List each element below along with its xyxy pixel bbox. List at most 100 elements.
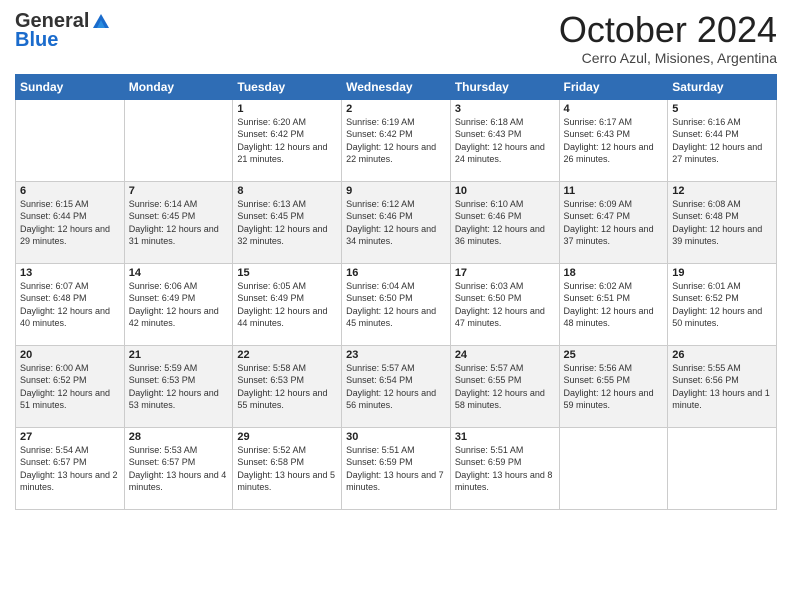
cell-content: Sunrise: 6:08 AM Sunset: 6:48 PM Dayligh… xyxy=(672,198,772,248)
day-number: 25 xyxy=(564,349,664,361)
calendar-cell: 8Sunrise: 6:13 AM Sunset: 6:45 PM Daylig… xyxy=(233,181,342,263)
calendar-cell xyxy=(668,427,777,509)
day-number: 11 xyxy=(564,185,664,197)
logo: General Blue xyxy=(15,10,111,52)
calendar-cell: 15Sunrise: 6:05 AM Sunset: 6:49 PM Dayli… xyxy=(233,263,342,345)
day-number: 26 xyxy=(672,349,772,361)
day-number: 1 xyxy=(237,103,337,115)
calendar-cell: 13Sunrise: 6:07 AM Sunset: 6:48 PM Dayli… xyxy=(16,263,125,345)
calendar-cell: 14Sunrise: 6:06 AM Sunset: 6:49 PM Dayli… xyxy=(124,263,233,345)
day-number: 23 xyxy=(346,349,446,361)
day-number: 27 xyxy=(20,431,120,443)
calendar-cell: 12Sunrise: 6:08 AM Sunset: 6:48 PM Dayli… xyxy=(668,181,777,263)
calendar-cell: 17Sunrise: 6:03 AM Sunset: 6:50 PM Dayli… xyxy=(450,263,559,345)
day-number: 5 xyxy=(672,103,772,115)
cell-content: Sunrise: 5:59 AM Sunset: 6:53 PM Dayligh… xyxy=(129,362,229,412)
calendar-week-3: 13Sunrise: 6:07 AM Sunset: 6:48 PM Dayli… xyxy=(16,263,777,345)
cell-content: Sunrise: 6:06 AM Sunset: 6:49 PM Dayligh… xyxy=(129,280,229,330)
cell-content: Sunrise: 6:05 AM Sunset: 6:49 PM Dayligh… xyxy=(237,280,337,330)
title-section: October 2024 Cerro Azul, Misiones, Argen… xyxy=(559,10,777,66)
calendar-cell: 28Sunrise: 5:53 AM Sunset: 6:57 PM Dayli… xyxy=(124,427,233,509)
day-number: 18 xyxy=(564,267,664,279)
calendar-cell xyxy=(124,99,233,181)
logo-blue: Blue xyxy=(15,29,58,52)
day-number: 6 xyxy=(20,185,120,197)
calendar-header-row: Sunday Monday Tuesday Wednesday Thursday… xyxy=(16,74,777,99)
calendar-cell: 26Sunrise: 5:55 AM Sunset: 6:56 PM Dayli… xyxy=(668,345,777,427)
col-saturday: Saturday xyxy=(668,74,777,99)
cell-content: Sunrise: 5:51 AM Sunset: 6:59 PM Dayligh… xyxy=(346,444,446,494)
logo-icon xyxy=(91,12,111,32)
calendar-cell: 31Sunrise: 5:51 AM Sunset: 6:59 PM Dayli… xyxy=(450,427,559,509)
day-number: 22 xyxy=(237,349,337,361)
day-number: 3 xyxy=(455,103,555,115)
cell-content: Sunrise: 5:58 AM Sunset: 6:53 PM Dayligh… xyxy=(237,362,337,412)
calendar-week-4: 20Sunrise: 6:00 AM Sunset: 6:52 PM Dayli… xyxy=(16,345,777,427)
calendar-table: Sunday Monday Tuesday Wednesday Thursday… xyxy=(15,74,777,510)
calendar-cell: 19Sunrise: 6:01 AM Sunset: 6:52 PM Dayli… xyxy=(668,263,777,345)
calendar-cell: 21Sunrise: 5:59 AM Sunset: 6:53 PM Dayli… xyxy=(124,345,233,427)
location-subtitle: Cerro Azul, Misiones, Argentina xyxy=(559,50,777,66)
calendar-week-1: 1Sunrise: 6:20 AM Sunset: 6:42 PM Daylig… xyxy=(16,99,777,181)
day-number: 2 xyxy=(346,103,446,115)
month-title: October 2024 xyxy=(559,10,777,50)
day-number: 30 xyxy=(346,431,446,443)
cell-content: Sunrise: 6:01 AM Sunset: 6:52 PM Dayligh… xyxy=(672,280,772,330)
cell-content: Sunrise: 6:12 AM Sunset: 6:46 PM Dayligh… xyxy=(346,198,446,248)
calendar-week-2: 6Sunrise: 6:15 AM Sunset: 6:44 PM Daylig… xyxy=(16,181,777,263)
col-monday: Monday xyxy=(124,74,233,99)
col-sunday: Sunday xyxy=(16,74,125,99)
day-number: 8 xyxy=(237,185,337,197)
cell-content: Sunrise: 5:53 AM Sunset: 6:57 PM Dayligh… xyxy=(129,444,229,494)
cell-content: Sunrise: 6:15 AM Sunset: 6:44 PM Dayligh… xyxy=(20,198,120,248)
cell-content: Sunrise: 6:02 AM Sunset: 6:51 PM Dayligh… xyxy=(564,280,664,330)
cell-content: Sunrise: 5:56 AM Sunset: 6:55 PM Dayligh… xyxy=(564,362,664,412)
day-number: 14 xyxy=(129,267,229,279)
cell-content: Sunrise: 6:04 AM Sunset: 6:50 PM Dayligh… xyxy=(346,280,446,330)
cell-content: Sunrise: 6:07 AM Sunset: 6:48 PM Dayligh… xyxy=(20,280,120,330)
day-number: 31 xyxy=(455,431,555,443)
calendar-cell: 16Sunrise: 6:04 AM Sunset: 6:50 PM Dayli… xyxy=(342,263,451,345)
calendar-cell: 6Sunrise: 6:15 AM Sunset: 6:44 PM Daylig… xyxy=(16,181,125,263)
cell-content: Sunrise: 5:57 AM Sunset: 6:54 PM Dayligh… xyxy=(346,362,446,412)
cell-content: Sunrise: 6:13 AM Sunset: 6:45 PM Dayligh… xyxy=(237,198,337,248)
cell-content: Sunrise: 5:57 AM Sunset: 6:55 PM Dayligh… xyxy=(455,362,555,412)
day-number: 28 xyxy=(129,431,229,443)
cell-content: Sunrise: 5:52 AM Sunset: 6:58 PM Dayligh… xyxy=(237,444,337,494)
calendar-cell: 30Sunrise: 5:51 AM Sunset: 6:59 PM Dayli… xyxy=(342,427,451,509)
calendar-cell: 18Sunrise: 6:02 AM Sunset: 6:51 PM Dayli… xyxy=(559,263,668,345)
day-number: 20 xyxy=(20,349,120,361)
col-wednesday: Wednesday xyxy=(342,74,451,99)
calendar-cell: 4Sunrise: 6:17 AM Sunset: 6:43 PM Daylig… xyxy=(559,99,668,181)
calendar-cell: 10Sunrise: 6:10 AM Sunset: 6:46 PM Dayli… xyxy=(450,181,559,263)
cell-content: Sunrise: 6:03 AM Sunset: 6:50 PM Dayligh… xyxy=(455,280,555,330)
day-number: 9 xyxy=(346,185,446,197)
calendar-cell: 25Sunrise: 5:56 AM Sunset: 6:55 PM Dayli… xyxy=(559,345,668,427)
calendar-cell: 29Sunrise: 5:52 AM Sunset: 6:58 PM Dayli… xyxy=(233,427,342,509)
day-number: 10 xyxy=(455,185,555,197)
day-number: 15 xyxy=(237,267,337,279)
cell-content: Sunrise: 5:54 AM Sunset: 6:57 PM Dayligh… xyxy=(20,444,120,494)
calendar-cell: 23Sunrise: 5:57 AM Sunset: 6:54 PM Dayli… xyxy=(342,345,451,427)
day-number: 21 xyxy=(129,349,229,361)
day-number: 7 xyxy=(129,185,229,197)
col-friday: Friday xyxy=(559,74,668,99)
cell-content: Sunrise: 6:16 AM Sunset: 6:44 PM Dayligh… xyxy=(672,116,772,166)
cell-content: Sunrise: 6:19 AM Sunset: 6:42 PM Dayligh… xyxy=(346,116,446,166)
calendar-cell: 11Sunrise: 6:09 AM Sunset: 6:47 PM Dayli… xyxy=(559,181,668,263)
col-thursday: Thursday xyxy=(450,74,559,99)
day-number: 24 xyxy=(455,349,555,361)
calendar-week-5: 27Sunrise: 5:54 AM Sunset: 6:57 PM Dayli… xyxy=(16,427,777,509)
cell-content: Sunrise: 6:20 AM Sunset: 6:42 PM Dayligh… xyxy=(237,116,337,166)
calendar-cell: 5Sunrise: 6:16 AM Sunset: 6:44 PM Daylig… xyxy=(668,99,777,181)
col-tuesday: Tuesday xyxy=(233,74,342,99)
calendar-cell xyxy=(559,427,668,509)
calendar-cell: 3Sunrise: 6:18 AM Sunset: 6:43 PM Daylig… xyxy=(450,99,559,181)
day-number: 13 xyxy=(20,267,120,279)
cell-content: Sunrise: 6:10 AM Sunset: 6:46 PM Dayligh… xyxy=(455,198,555,248)
header: General Blue October 2024 Cerro Azul, Mi… xyxy=(15,10,777,66)
cell-content: Sunrise: 6:09 AM Sunset: 6:47 PM Dayligh… xyxy=(564,198,664,248)
calendar-cell xyxy=(16,99,125,181)
day-number: 29 xyxy=(237,431,337,443)
day-number: 4 xyxy=(564,103,664,115)
